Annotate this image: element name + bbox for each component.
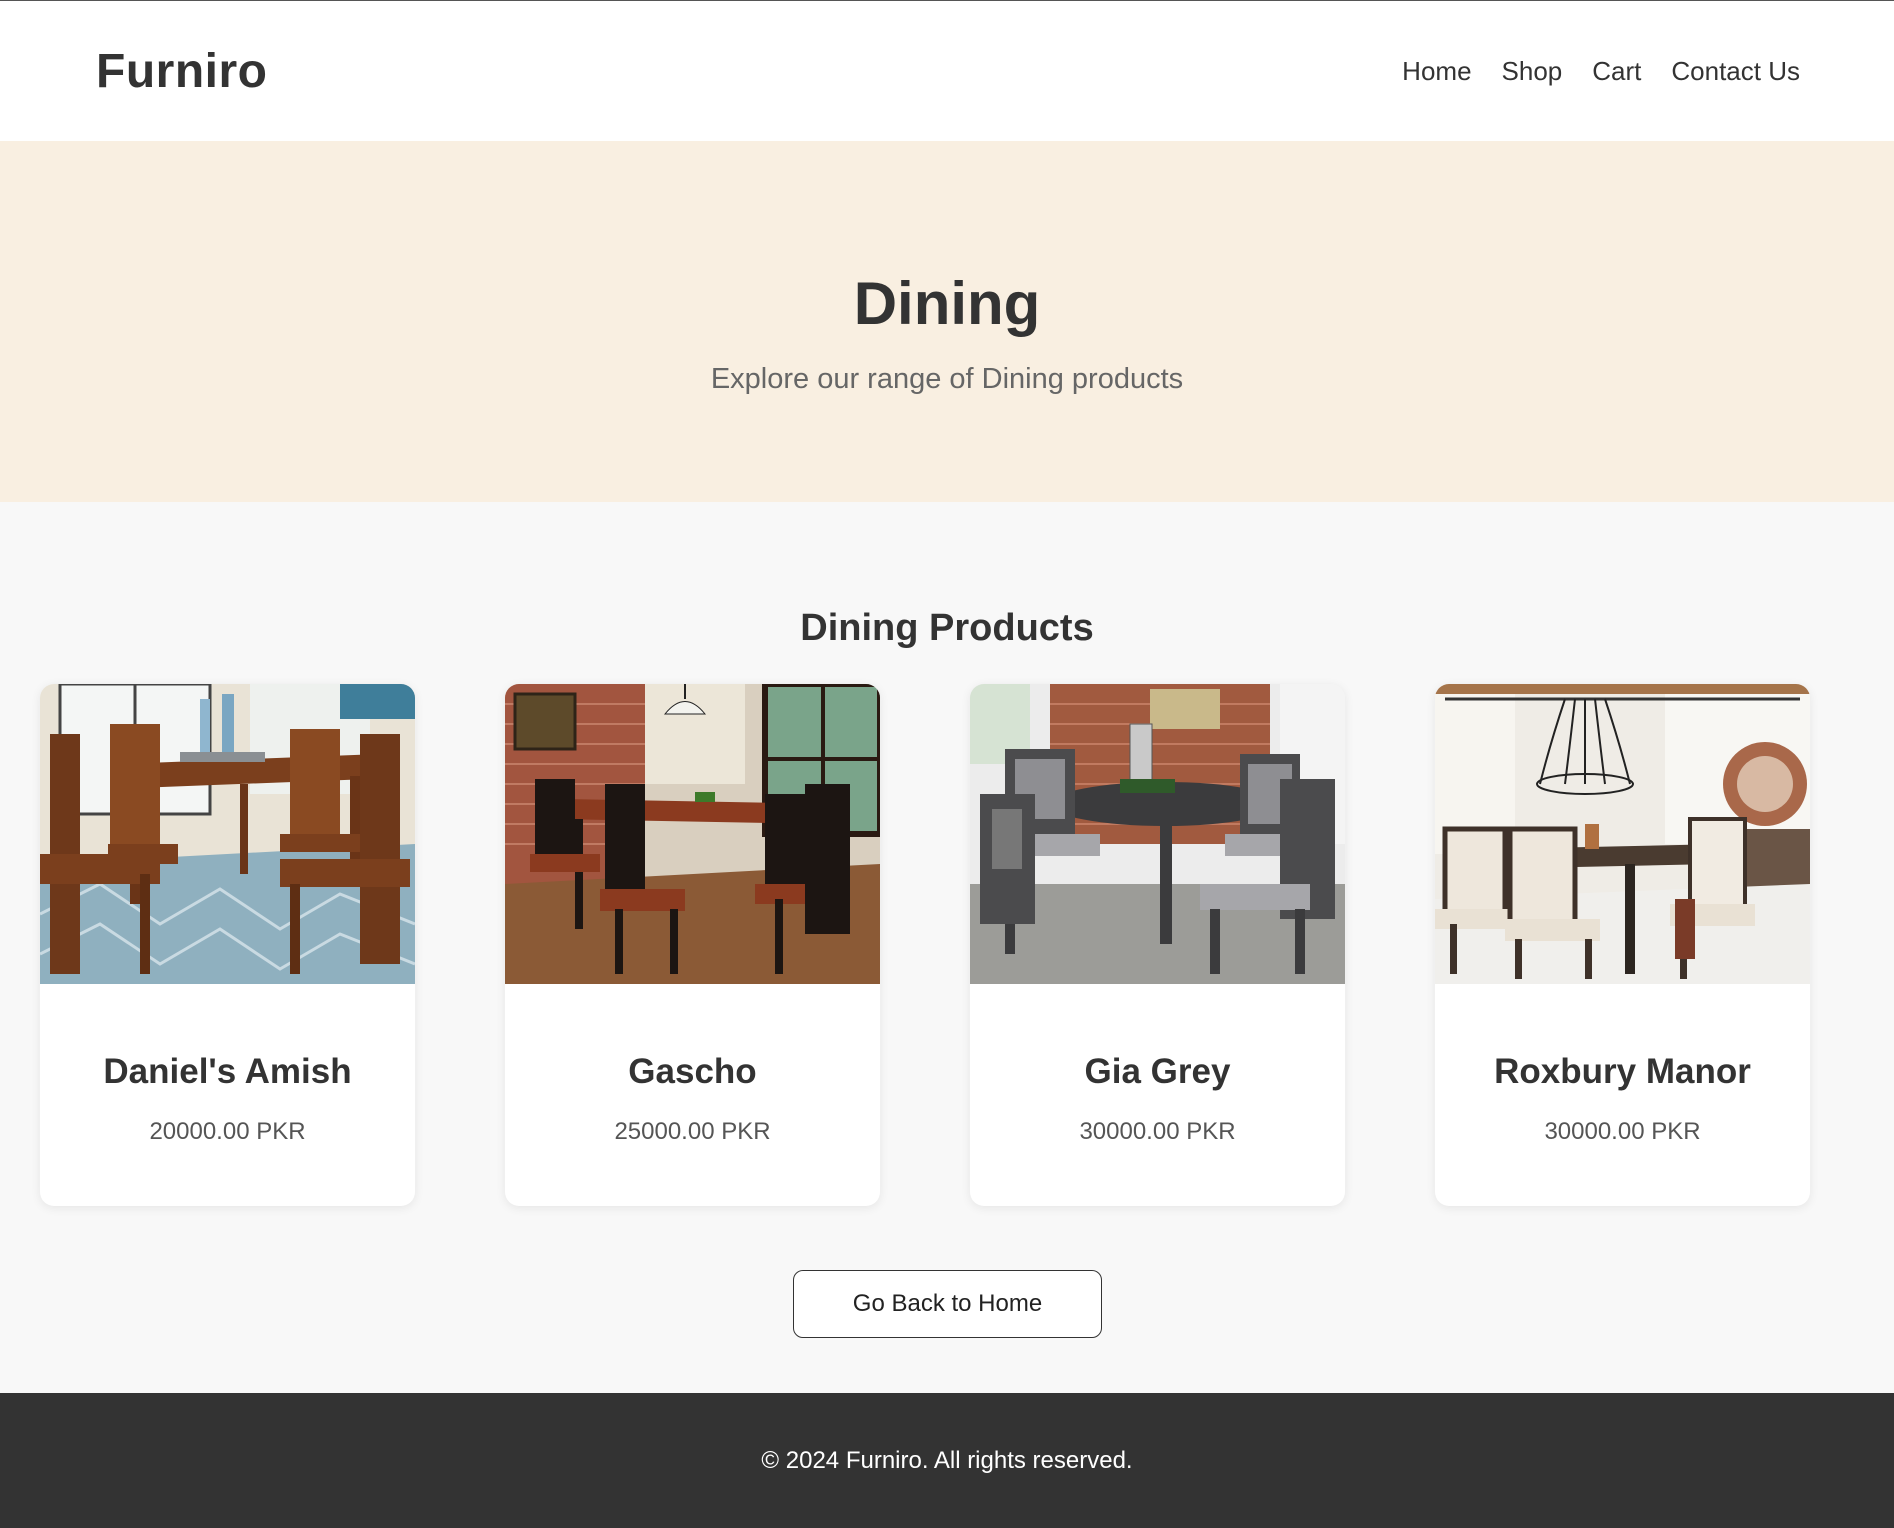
site-footer: © 2024 Furniro. All rights reserved. (0, 1393, 1894, 1528)
page-subtitle: Explore our range of Dining products (710, 363, 1184, 395)
product-card-daniels-amish[interactable]: Daniel's Amish 20000.00 PKR (40, 684, 415, 1206)
hero-banner: Dining Explore our range of Dining produ… (0, 141, 1894, 502)
product-name[interactable]: Gascho (505, 1052, 880, 1092)
product-card-roxbury-manor[interactable]: Roxbury Manor 30000.00 PKR (1435, 684, 1810, 1206)
product-name[interactable]: Gia Grey (970, 1052, 1345, 1092)
product-card-gia-grey[interactable]: Gia Grey 30000.00 PKR (970, 684, 1345, 1206)
product-price: 30000.00 PKR (1544, 1118, 1701, 1145)
nav-shop-link[interactable]: Shop (1502, 56, 1563, 87)
nav-cart-link[interactable]: Cart (1592, 56, 1641, 87)
product-price: 30000.00 PKR (1079, 1118, 1236, 1145)
main-nav: Home Shop Cart Contact Us (1402, 56, 1800, 87)
product-grid: Daniel's Amish 20000.00 PKR Gascho 25000… (40, 684, 1854, 1206)
product-image[interactable] (1435, 684, 1810, 984)
go-back-home-button[interactable]: Go Back to Home (793, 1270, 1102, 1338)
page-title: Dining (853, 270, 1041, 337)
product-image[interactable] (40, 684, 415, 984)
product-card-gascho[interactable]: Gascho 25000.00 PKR (505, 684, 880, 1206)
section-title: Dining Products (800, 607, 1094, 649)
footer-copyright: © 2024 Furniro. All rights reserved. (761, 1446, 1133, 1474)
product-image[interactable] (505, 684, 880, 984)
product-image[interactable] (970, 684, 1345, 984)
product-name[interactable]: Daniel's Amish (40, 1052, 415, 1092)
site-logo[interactable]: Furniro (96, 44, 267, 99)
nav-home-link[interactable]: Home (1402, 56, 1471, 87)
nav-contact-link[interactable]: Contact Us (1671, 56, 1800, 87)
product-price: 25000.00 PKR (614, 1118, 771, 1145)
site-header: Furniro Home Shop Cart Contact Us (0, 1, 1894, 141)
product-price: 20000.00 PKR (149, 1118, 306, 1145)
product-name[interactable]: Roxbury Manor (1435, 1052, 1810, 1092)
